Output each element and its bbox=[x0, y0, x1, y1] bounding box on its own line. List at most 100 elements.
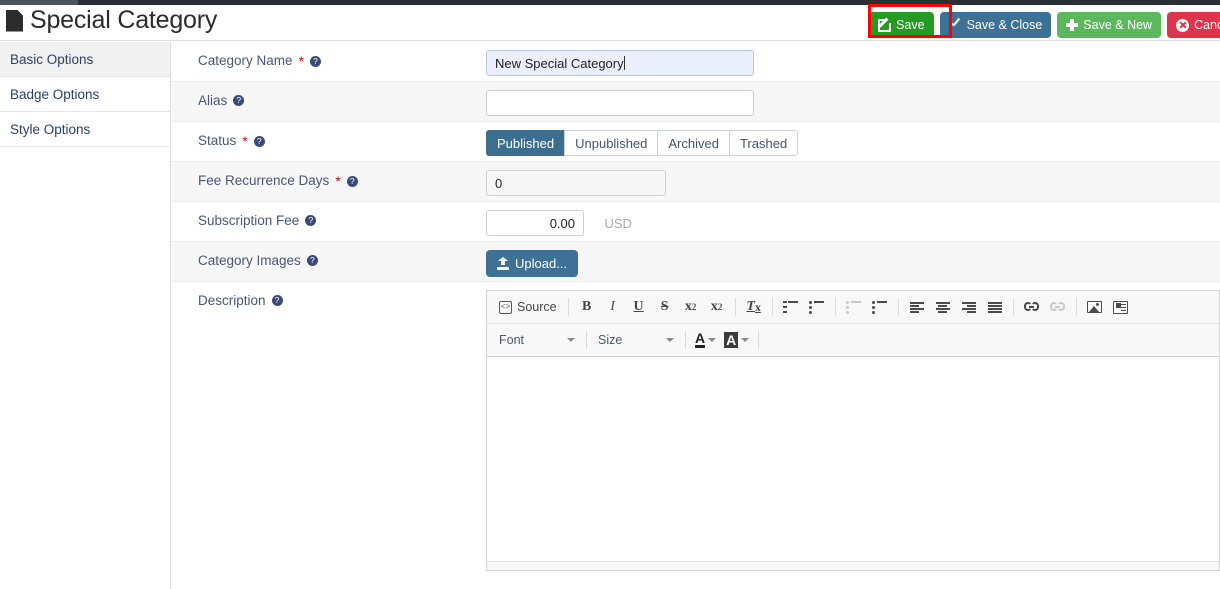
label-category-name: Category Name * ? bbox=[172, 42, 486, 68]
form-row-description: Description ? <> Source B I U S x2 x2 T … bbox=[172, 282, 1220, 571]
unlink-icon[interactable] bbox=[1046, 295, 1070, 319]
label-text: Subscription Fee bbox=[198, 213, 300, 228]
toolbar-separator bbox=[758, 331, 760, 349]
form-row-subscription-fee: Subscription Fee ? 0.00 USD bbox=[172, 202, 1220, 242]
source-button[interactable]: <> Source bbox=[493, 295, 563, 319]
background-color-icon: A bbox=[724, 332, 739, 348]
document-icon bbox=[6, 9, 23, 32]
sidebar-item-basic-options[interactable]: Basic Options bbox=[0, 42, 170, 77]
sidebar-item-label: Basic Options bbox=[10, 51, 94, 67]
fee-recurrence-days-value: 0 bbox=[495, 175, 503, 191]
status-button-group: Published Unpublished Archived Trashed bbox=[486, 130, 799, 156]
source-code-icon: <> bbox=[499, 300, 512, 314]
indent-icon[interactable] bbox=[868, 295, 892, 319]
underline-icon[interactable]: U bbox=[627, 295, 651, 319]
editor-status-bar bbox=[487, 561, 1219, 570]
image-icon[interactable] bbox=[1083, 295, 1107, 319]
sidebar-item-label: Style Options bbox=[10, 121, 91, 137]
save-and-new-button-label: Save & New bbox=[1083, 17, 1153, 32]
edit-square-icon bbox=[878, 15, 895, 32]
save-and-close-button[interactable]: Save & Close bbox=[939, 12, 1052, 38]
source-button-label: Source bbox=[517, 300, 557, 314]
label-text: Category Name bbox=[198, 53, 293, 69]
alias-input[interactable] bbox=[486, 90, 754, 116]
upload-button-label: Upload... bbox=[515, 256, 568, 271]
status-option-published[interactable]: Published bbox=[486, 130, 565, 156]
text-cursor bbox=[623, 56, 625, 70]
superscript-icon[interactable]: x2 bbox=[705, 295, 729, 319]
form-row-alias: Alias ? bbox=[172, 82, 1220, 122]
template-icon[interactable] bbox=[1109, 295, 1133, 319]
justify-icon[interactable] bbox=[983, 295, 1007, 319]
help-icon[interactable]: ? bbox=[233, 95, 245, 107]
page-title-area: Special Category bbox=[6, 6, 217, 35]
field-status: Published Unpublished Archived Trashed bbox=[486, 122, 1220, 156]
help-icon[interactable]: ? bbox=[346, 175, 358, 187]
label-text: Alias bbox=[198, 93, 228, 108]
help-icon[interactable]: ? bbox=[305, 215, 317, 227]
help-icon[interactable]: ? bbox=[253, 135, 265, 147]
sidebar-item-badge-options[interactable]: Badge Options bbox=[0, 77, 170, 112]
form-row-category-images: Category Images ? Upload... bbox=[172, 242, 1220, 282]
font-size-dropdown[interactable]: Size bbox=[592, 328, 680, 352]
form-row-fee-recurrence-days: Fee Recurrence Days * ? 0 bbox=[172, 162, 1220, 202]
status-option-trashed[interactable]: Trashed bbox=[728, 130, 799, 156]
toolbar-separator bbox=[685, 331, 686, 349]
help-icon[interactable]: ? bbox=[310, 55, 321, 67]
subscript-icon[interactable]: x2 bbox=[679, 295, 703, 319]
cancel-button-label: Cancel bbox=[1194, 17, 1220, 32]
header-action-buttons: Save Save & Close Save & New Cancel bbox=[869, 12, 1220, 38]
plus-icon bbox=[1066, 19, 1079, 31]
chevron-down-icon bbox=[741, 338, 750, 342]
form-row-category-name: Category Name * ? New Special Category bbox=[172, 42, 1220, 82]
sidebar-item-style-options[interactable]: Style Options bbox=[0, 112, 170, 147]
align-center-icon[interactable] bbox=[931, 295, 955, 319]
help-icon[interactable]: ? bbox=[271, 295, 283, 307]
remove-format-icon[interactable]: Tx bbox=[742, 295, 766, 319]
currency-label: USD bbox=[604, 215, 632, 231]
save-and-new-button[interactable]: Save & New bbox=[1057, 12, 1162, 38]
category-name-input[interactable]: New Special Category bbox=[486, 50, 754, 76]
category-name-value: New Special Category bbox=[495, 55, 624, 71]
bulleted-list-icon[interactable] bbox=[805, 295, 829, 319]
align-left-icon[interactable] bbox=[905, 295, 929, 319]
label-category-images: Category Images ? bbox=[172, 242, 486, 268]
align-right-icon[interactable] bbox=[957, 295, 981, 319]
bold-icon[interactable]: B bbox=[575, 295, 599, 319]
editor-toolbar-row-1: <> Source B I U S x2 x2 Tx bbox=[487, 291, 1219, 324]
required-marker: * bbox=[298, 53, 304, 69]
cancel-button[interactable]: Cancel bbox=[1167, 12, 1220, 38]
label-text: Category Images bbox=[198, 253, 301, 268]
text-color-button[interactable]: A bbox=[691, 328, 720, 352]
toolbar-separator bbox=[567, 298, 569, 316]
subscription-fee-input[interactable]: 0.00 bbox=[486, 210, 584, 236]
save-button[interactable]: Save bbox=[869, 12, 934, 38]
field-description: <> Source B I U S x2 x2 Tx Font Size A A bbox=[486, 282, 1220, 571]
outdent-icon[interactable] bbox=[842, 295, 866, 319]
toolbar-separator bbox=[1075, 298, 1077, 316]
status-option-archived[interactable]: Archived bbox=[657, 130, 729, 156]
options-sidebar: Basic Options Badge Options Style Option… bbox=[0, 42, 171, 147]
status-option-unpublished[interactable]: Unpublished bbox=[564, 130, 658, 156]
italic-icon[interactable]: I bbox=[601, 295, 625, 319]
label-text: Fee Recurrence Days bbox=[198, 173, 330, 189]
help-icon[interactable]: ? bbox=[306, 255, 318, 267]
upload-button[interactable]: Upload... bbox=[486, 250, 579, 277]
background-color-button[interactable]: A bbox=[720, 328, 753, 352]
font-family-value: Font bbox=[499, 333, 525, 347]
editor-content-area[interactable] bbox=[487, 357, 1219, 561]
required-marker: * bbox=[242, 133, 248, 149]
link-icon[interactable] bbox=[1020, 295, 1044, 319]
chevron-down-icon bbox=[666, 338, 674, 342]
toolbar-separator bbox=[771, 298, 773, 316]
font-family-dropdown[interactable]: Font bbox=[493, 328, 581, 352]
fee-recurrence-days-input[interactable]: 0 bbox=[486, 170, 666, 196]
sidebar-background bbox=[0, 147, 171, 589]
required-marker: * bbox=[335, 173, 341, 189]
save-and-close-button-label: Save & Close bbox=[966, 17, 1043, 32]
chevron-down-icon bbox=[708, 338, 717, 342]
numbered-list-icon[interactable] bbox=[779, 295, 803, 319]
category-form: Category Name * ? New Special Category A… bbox=[172, 42, 1220, 589]
label-description: Description ? bbox=[172, 282, 486, 308]
strikethrough-icon[interactable]: S bbox=[653, 295, 677, 319]
